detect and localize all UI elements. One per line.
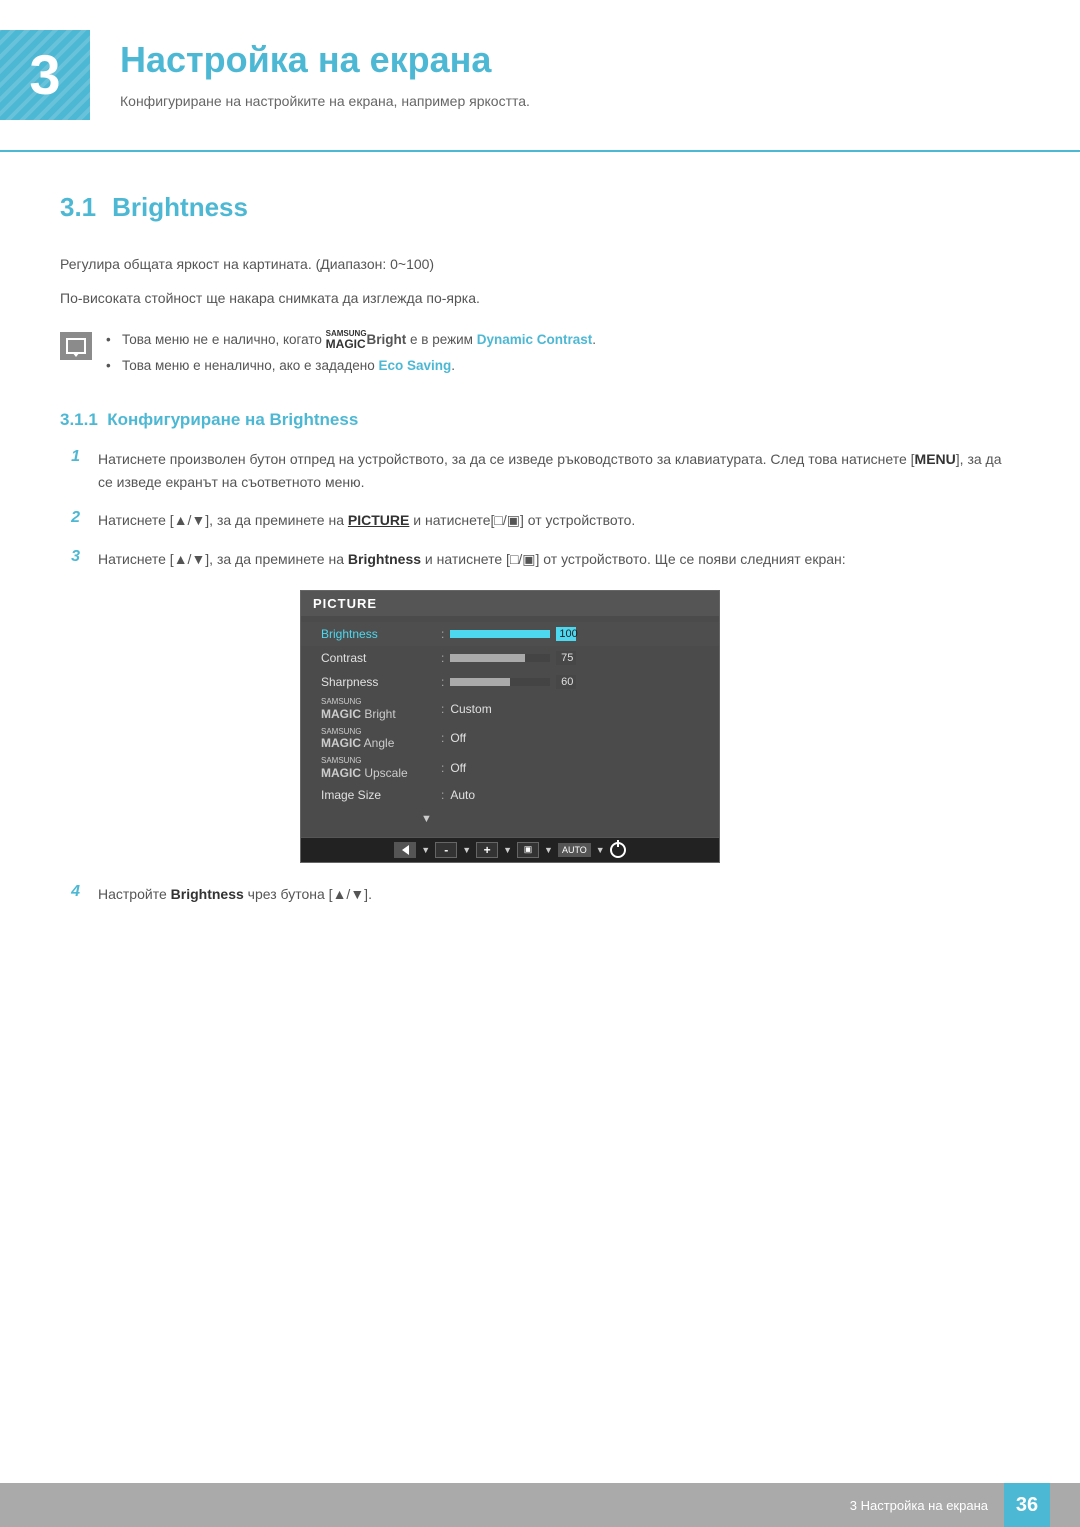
menu-item-magic-bright-value: Custom <box>450 702 491 716</box>
contrast-bar-container: 75 <box>450 651 709 665</box>
step-4-number: 4 <box>60 883 80 901</box>
section-31-number: 3.1 <box>60 192 96 223</box>
chapter-number: 3 <box>29 47 60 103</box>
step-1-text: Натиснете произволен бутон отпред на уст… <box>98 448 1020 493</box>
menu-item-magic-bright: SAMSUNG MAGIC Bright : Custom <box>301 694 719 724</box>
chapter-header: 3 Настройка на екрана Конфигуриране на н… <box>0 0 1080 140</box>
footer-text: 3 Настройка на екрана <box>850 1498 988 1513</box>
brightness-bar-fill <box>450 630 550 638</box>
dynamic-contrast-label: Dynamic Contrast <box>477 332 593 347</box>
menu-item-sharpness-name: Sharpness <box>321 675 441 689</box>
note-line-2: Това меню е неналично, ако е зададено Ec… <box>106 356 1020 376</box>
section-31-desc1: Регулира общата яркост на картината. (Ди… <box>60 253 1020 275</box>
note-icon <box>60 332 92 360</box>
menu-item-brightness: Brightness : 100 <box>301 622 719 646</box>
sharpness-bar-container: 60 <box>450 675 709 689</box>
toolbar-power-btn <box>610 842 626 858</box>
menu-item-image-size-name: Image Size <box>321 788 441 802</box>
note-icon-inner <box>66 338 86 354</box>
chapter-title: Настройка на екрана <box>120 38 530 81</box>
section-31-title: 3.1 Brightness <box>60 192 1020 223</box>
step-1: 1 Натиснете произволен бутон отпред на у… <box>60 448 1020 493</box>
section-31-label: Brightness <box>112 192 248 223</box>
menu-item-sharpness: Sharpness : 60 <box>301 670 719 694</box>
menu-item-magic-angle-name: SAMSUNG MAGIC Angle <box>321 727 441 751</box>
note-lines: Това меню не е налично, когато SAMSUNGMA… <box>106 330 1020 383</box>
step-2-text: Натиснете [▲/▼], за да преминете на PICT… <box>98 509 1020 531</box>
main-content: 3.1 Brightness Регулира общата яркост на… <box>0 192 1080 905</box>
chapter-subtitle: Конфигуриране на настройките на екрана, … <box>120 93 530 109</box>
contrast-value: 75 <box>556 651 576 665</box>
sharpness-bar-bg <box>450 678 550 686</box>
brightness-value: 100 <box>556 627 576 641</box>
monitor-screenshot: PICTURE Brightness : 100 Contrast <box>300 590 720 863</box>
chapter-title-block: Настройка на екрана Конфигуриране на нас… <box>90 30 530 109</box>
note-box: Това меню не е налично, когато SAMSUNGMA… <box>60 330 1020 383</box>
contrast-bar-bg <box>450 654 550 662</box>
menu-title-text: PICTURE <box>313 596 377 611</box>
step-3: 3 Натиснете [▲/▼], за да преминете на Br… <box>60 548 1020 570</box>
step-3-number: 3 <box>60 548 80 566</box>
sharpness-value: 60 <box>556 675 576 689</box>
step-1-number: 1 <box>60 448 80 466</box>
subsection-311-title: 3.1.1 Конфигуриране на Brightness <box>60 410 1020 430</box>
menu-item-image-size-value: Auto <box>450 788 475 802</box>
subsection-311-number: 3.1.1 <box>60 410 98 429</box>
menu-title-bar: PICTURE <box>301 591 719 616</box>
menu-item-magic-upscale: SAMSUNG MAGIC Upscale : Off <box>301 753 719 783</box>
menu-item-magic-upscale-value: Off <box>450 761 466 775</box>
menu-item-magic-bright-name: SAMSUNG MAGIC Bright <box>321 697 441 721</box>
note-line-1: Това меню не е налично, когато SAMSUNGMA… <box>106 330 1020 350</box>
menu-item-contrast-name: Contrast <box>321 651 441 665</box>
step-2: 2 Натиснете [▲/▼], за да преминете на PI… <box>60 509 1020 531</box>
menu-item-arrow: ▼ <box>301 807 719 831</box>
step-4-text: Настройте Brightness чрез бутона [▲/▼]. <box>98 883 1020 905</box>
menu-item-magic-angle-value: Off <box>450 731 466 745</box>
menu-item-magic-upscale-name: SAMSUNG MAGIC Upscale <box>321 756 441 780</box>
subsection-311-label: Конфигуриране на Brightness <box>107 410 358 429</box>
contrast-bar-fill <box>450 654 525 662</box>
footer-page-number: 36 <box>1004 1483 1050 1527</box>
menu-item-brightness-name: Brightness <box>321 627 441 641</box>
header-divider <box>0 150 1080 152</box>
menu-item-magic-angle: SAMSUNG MAGIC Angle : Off <box>301 724 719 754</box>
menu-item-image-size: Image Size : Auto <box>301 783 719 807</box>
samsung-magic-brand: SAMSUNGMAGIC <box>326 330 367 350</box>
monitor-toolbar: ▼ - ▼ + ▼ ▣ ▼ AUTO ▼ <box>301 837 719 862</box>
chapter-number-block: 3 <box>0 30 90 120</box>
toolbar-btn-menu: ▣ <box>517 842 539 858</box>
toolbar-auto-label: AUTO <box>558 843 591 857</box>
eco-saving-label: Eco Saving <box>378 358 451 373</box>
toolbar-btn-1 <box>394 842 416 858</box>
step-4: 4 Настройте Brightness чрез бутона [▲/▼]… <box>60 883 1020 905</box>
menu-items: Brightness : 100 Contrast : <box>301 616 719 837</box>
toolbar-btn-plus: + <box>476 842 498 858</box>
toolbar-btn-minus: - <box>435 842 457 858</box>
monitor-menu: PICTURE Brightness : 100 Contrast <box>300 590 720 863</box>
brightness-bar-container: 100 <box>450 627 709 641</box>
step-2-number: 2 <box>60 509 80 527</box>
brightness-bar-bg <box>450 630 550 638</box>
sharpness-bar-fill <box>450 678 510 686</box>
menu-item-contrast: Contrast : 75 <box>301 646 719 670</box>
step-3-text: Натиснете [▲/▼], за да преминете на Brig… <box>98 548 1020 570</box>
page-footer: 3 Настройка на екрана 36 <box>0 1483 1080 1527</box>
section-31-desc2: По-високата стойност ще накара снимката … <box>60 287 1020 309</box>
